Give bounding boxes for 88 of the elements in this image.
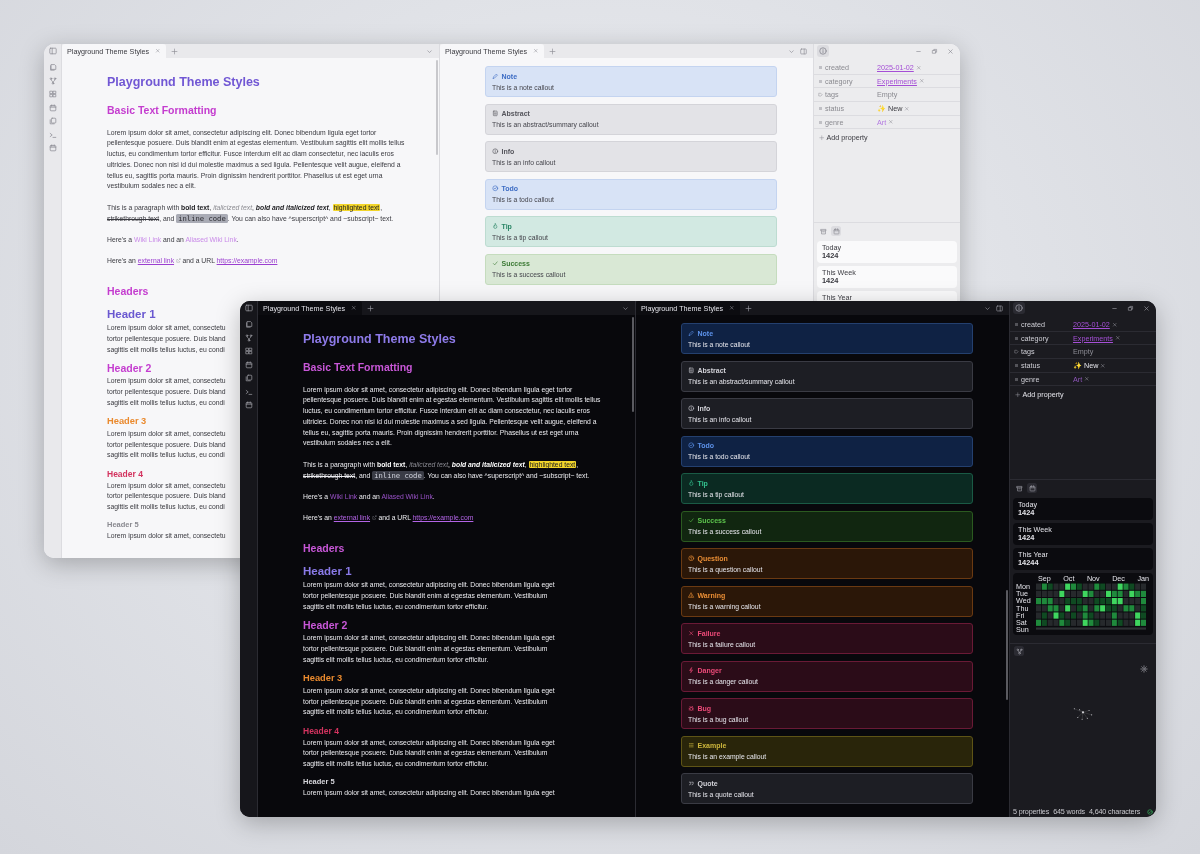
info-icon: [492, 147, 499, 155]
note-title: Playground Theme Styles: [303, 331, 456, 347]
calendar-tab[interactable]: [1027, 483, 1037, 493]
plus-icon[interactable]: [819, 135, 825, 141]
info-icon[interactable]: [1013, 302, 1025, 314]
grid-icon[interactable]: [48, 90, 57, 98]
calendar-icon[interactable]: [244, 360, 253, 369]
calendar-icon[interactable]: [48, 103, 57, 112]
check-circle-icon: [688, 442, 695, 449]
new-tab-icon[interactable]: [366, 304, 374, 312]
remove-icon[interactable]: [888, 119, 894, 125]
header-heading: Header 4: [303, 724, 339, 737]
close-icon[interactable]: [155, 48, 161, 54]
header-heading: Header 1: [303, 563, 352, 579]
lightning-icon: [688, 667, 695, 674]
sync-icon[interactable]: [1147, 808, 1153, 815]
chevron-down-icon[interactable]: [426, 47, 433, 55]
info-icon[interactable]: [817, 45, 829, 57]
question-icon: [688, 554, 695, 562]
header-heading: Header 4: [107, 467, 143, 480]
close-icon[interactable]: [729, 305, 735, 311]
chevron-down-icon[interactable]: [984, 304, 991, 312]
pages-icon[interactable]: [48, 117, 57, 125]
grid-icon[interactable]: [244, 347, 253, 355]
header-heading: Header 1: [107, 306, 156, 322]
header-heading: Header 3: [303, 671, 343, 685]
remove-icon[interactable]: [1084, 376, 1090, 382]
chevron-down-icon[interactable]: [622, 304, 629, 312]
close-icon[interactable]: [1143, 304, 1150, 312]
new-tab-icon[interactable]: [548, 47, 556, 55]
close-icon[interactable]: [351, 305, 357, 311]
restore-icon[interactable]: [931, 47, 938, 55]
remove-icon[interactable]: [904, 105, 910, 112]
new-tab-icon[interactable]: [744, 304, 752, 312]
restore-icon[interactable]: [1127, 304, 1134, 312]
settings-icon[interactable]: [1140, 665, 1148, 674]
branch-icon[interactable]: [48, 76, 57, 85]
pencil-icon: [688, 329, 695, 337]
header-heading: Header 2: [303, 618, 348, 633]
archive-tab[interactable]: [1014, 483, 1024, 493]
note-title: Playground Theme Styles: [107, 74, 260, 90]
flame-icon: [688, 479, 695, 487]
close-icon[interactable]: [533, 48, 539, 54]
sidebar-toggle-icon[interactable]: [244, 304, 253, 312]
external-link-icon: [175, 258, 181, 264]
sidebar-toggle-icon[interactable]: [996, 304, 1003, 312]
quote-icon: [688, 779, 695, 787]
list-icon: [688, 742, 695, 749]
close-icon[interactable]: [947, 47, 954, 55]
section-heading: Headers: [303, 541, 345, 556]
check-icon: [492, 260, 499, 267]
flame-icon: [492, 222, 499, 230]
header-heading: Header 2: [107, 361, 152, 376]
remove-icon[interactable]: [918, 78, 925, 84]
sidebar-toggle-icon[interactable]: [800, 47, 807, 55]
external-link-icon: [371, 515, 377, 521]
header-heading: Header 3: [107, 414, 147, 428]
calendar-icon[interactable]: [48, 144, 57, 152]
archive-tab[interactable]: [818, 226, 828, 236]
cross-icon: [688, 629, 695, 637]
plus-icon[interactable]: [1015, 392, 1021, 398]
section-heading: Basic Text Formatting: [303, 360, 413, 374]
clipboard-icon: [492, 110, 499, 117]
pages-icon[interactable]: [244, 374, 253, 382]
pencil-icon: [492, 72, 499, 80]
graph-tab[interactable]: [1014, 646, 1024, 657]
clipboard-icon: [688, 367, 695, 374]
remove-icon[interactable]: [1100, 362, 1106, 369]
chevron-down-icon[interactable]: [788, 47, 795, 55]
new-tab-icon[interactable]: [170, 47, 178, 55]
scrollbar[interactable]: [1005, 590, 1008, 700]
check-icon: [688, 517, 695, 524]
terminal-icon[interactable]: [48, 130, 57, 139]
warning-icon: [688, 592, 695, 599]
remove-icon[interactable]: [915, 64, 922, 71]
terminal-icon[interactable]: [244, 387, 253, 396]
branch-icon[interactable]: [244, 333, 253, 342]
sidebar-toggle-icon[interactable]: [48, 47, 57, 55]
section-heading: Basic Text Formatting: [107, 103, 217, 117]
bug-icon: [688, 704, 695, 712]
remove-icon[interactable]: [1114, 335, 1121, 341]
check-circle-icon: [492, 185, 499, 192]
info-icon: [688, 404, 695, 412]
remove-icon[interactable]: [1111, 321, 1118, 328]
calendar-icon[interactable]: [244, 401, 253, 409]
calendar-tab[interactable]: [831, 226, 841, 236]
scrollbar[interactable]: [631, 317, 634, 412]
section-heading: Headers: [107, 284, 149, 299]
